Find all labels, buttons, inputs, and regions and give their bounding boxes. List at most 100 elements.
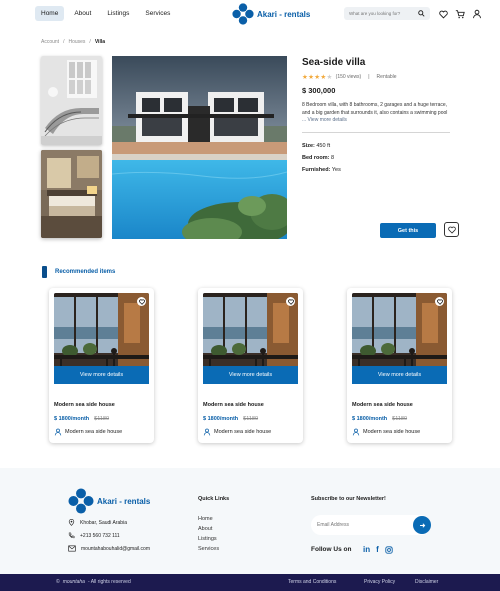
spec-size: Size: 450 ft: [302, 143, 330, 149]
user-icon: [352, 428, 360, 436]
view-details-button[interactable]: View more details: [54, 366, 149, 384]
furnished-value: Yes: [331, 167, 341, 173]
old-price: $1180: [243, 416, 259, 422]
copyright-symbol: ©: [56, 579, 60, 585]
email-text[interactable]: mountahabouhalid@gmail.com: [81, 546, 150, 552]
facebook-icon[interactable]: f: [376, 545, 379, 554]
card-price: $ 1800/month $1180: [352, 416, 407, 422]
location-pin-icon: [68, 519, 75, 526]
search-input[interactable]: [349, 11, 419, 16]
review-count: (150 views): [335, 74, 362, 80]
description-text: 8 Bedroom villa, with 8 bathrooms, 2 gar…: [302, 102, 448, 116]
footer-email: mountahabouhalid@gmail.com: [68, 545, 150, 552]
location-text: Modern sea side house: [363, 429, 421, 435]
user-icon[interactable]: [471, 8, 483, 20]
phone-icon: [68, 532, 75, 539]
card-title: Modern sea side house: [352, 402, 413, 408]
user-icon: [203, 428, 211, 436]
section-marker: [42, 266, 47, 278]
breadcrumb-account[interactable]: Account: [41, 39, 59, 45]
current-price: $ 1800/month: [203, 416, 239, 422]
recommended-title: Recommended items: [55, 269, 116, 275]
main-nav: Home About Listings Services: [35, 6, 176, 21]
search-bar: [344, 7, 430, 20]
heart-icon: [287, 298, 294, 305]
cart-icon[interactable]: [454, 8, 466, 20]
footer-address: Khobar, Saudi Arabia: [68, 519, 127, 526]
old-price: $1180: [94, 416, 110, 422]
footer-link-about[interactable]: About: [198, 526, 212, 532]
breadcrumb: Account / Houses / Villa: [41, 39, 105, 45]
heart-icon: [138, 298, 145, 305]
spec-furnished: Furnished: Yes: [302, 167, 341, 173]
location-text: Modern sea side house: [214, 429, 272, 435]
phone-text[interactable]: +213 560 732 111: [80, 533, 120, 539]
newsletter-submit-button[interactable]: [413, 516, 431, 534]
view-details-button[interactable]: View more details: [352, 366, 447, 384]
card-favorite[interactable]: [435, 297, 444, 306]
breadcrumb-separator: /: [63, 39, 65, 45]
nav-home[interactable]: Home: [35, 6, 65, 21]
breadcrumb-separator: /: [89, 39, 91, 45]
arrow-right-icon: [419, 522, 425, 528]
rating-stars: ★★★★★: [302, 74, 333, 81]
favorites-icon[interactable]: [437, 8, 449, 20]
breadcrumb-houses[interactable]: Houses: [68, 39, 85, 45]
details-divider: [302, 132, 450, 133]
size-label: Size:: [302, 143, 315, 149]
footer-link-home[interactable]: Home: [198, 516, 213, 522]
bedroom-label: Bed room:: [302, 155, 330, 161]
footer-link-listings[interactable]: Listings: [198, 536, 217, 542]
heart-icon: [436, 298, 443, 305]
card-favorite[interactable]: [286, 297, 295, 306]
copyright: © mountaha - All rights reserved: [56, 579, 131, 585]
view-more-link[interactable]: ... View more details: [302, 117, 347, 123]
newsletter-email-input[interactable]: [317, 522, 407, 528]
user-icon: [54, 428, 62, 436]
linkedin-icon[interactable]: in: [363, 545, 370, 554]
main-property-image[interactable]: [112, 56, 287, 239]
footer-logo[interactable]: Akari - rentals: [68, 488, 150, 514]
property-title: Sea-side villa: [302, 57, 366, 68]
instagram-icon[interactable]: [385, 545, 393, 554]
footer-link-services[interactable]: Services: [198, 546, 219, 552]
brand-logo[interactable]: Akari - rentals: [232, 3, 310, 25]
rent-status: Rentable: [376, 74, 397, 80]
card-location: Modern sea side house: [352, 428, 420, 436]
copyright-text: - All rights reserved: [87, 579, 131, 585]
footer-phone: +213 560 732 111: [68, 532, 120, 539]
follow-us-label: Follow Us on: [311, 546, 352, 553]
recommended-card[interactable]: View more details Modern sea side house …: [198, 288, 303, 443]
footer-brand-name: Akari - rentals: [97, 496, 151, 506]
heart-icon: [447, 226, 456, 234]
gallery-thumb-staircase[interactable]: [41, 56, 102, 145]
card-location: Modern sea side house: [203, 428, 271, 436]
mail-icon: [68, 545, 76, 552]
logo-icon: [232, 3, 254, 25]
gallery-thumb-bedroom[interactable]: [41, 150, 102, 238]
recommended-card[interactable]: View more details Modern sea side house …: [49, 288, 154, 443]
breadcrumb-villa: Villa: [94, 39, 106, 45]
nav-listings[interactable]: Listings: [101, 6, 135, 21]
terms-link[interactable]: Terms and Conditions: [288, 579, 336, 585]
property-price: $ 300,000: [302, 86, 336, 95]
card-price: $ 1800/month $1180: [203, 416, 258, 422]
card-favorite[interactable]: [137, 297, 146, 306]
size-value: 450 ft: [316, 143, 331, 149]
logo-icon: [68, 488, 94, 514]
recommended-card[interactable]: View more details Modern sea side house …: [347, 288, 452, 443]
current-price: $ 1800/month: [352, 416, 388, 422]
get-this-button[interactable]: Get this: [380, 223, 436, 238]
search-icon[interactable]: [418, 10, 425, 17]
spec-bedroom: Bed room: 8: [302, 155, 334, 161]
recommended-header: Recommended items: [42, 266, 115, 278]
card-title: Modern sea side house: [54, 402, 115, 408]
nav-about[interactable]: About: [68, 6, 97, 21]
address-text: Khobar, Saudi Arabia: [80, 519, 127, 526]
location-text: Modern sea side house: [65, 429, 123, 435]
view-details-button[interactable]: View more details: [203, 366, 298, 384]
privacy-link[interactable]: Privacy Policy: [364, 579, 395, 585]
disclaimer-link[interactable]: Disclaimer: [415, 579, 438, 585]
nav-services[interactable]: Services: [139, 6, 176, 21]
favorite-button[interactable]: [444, 222, 459, 237]
